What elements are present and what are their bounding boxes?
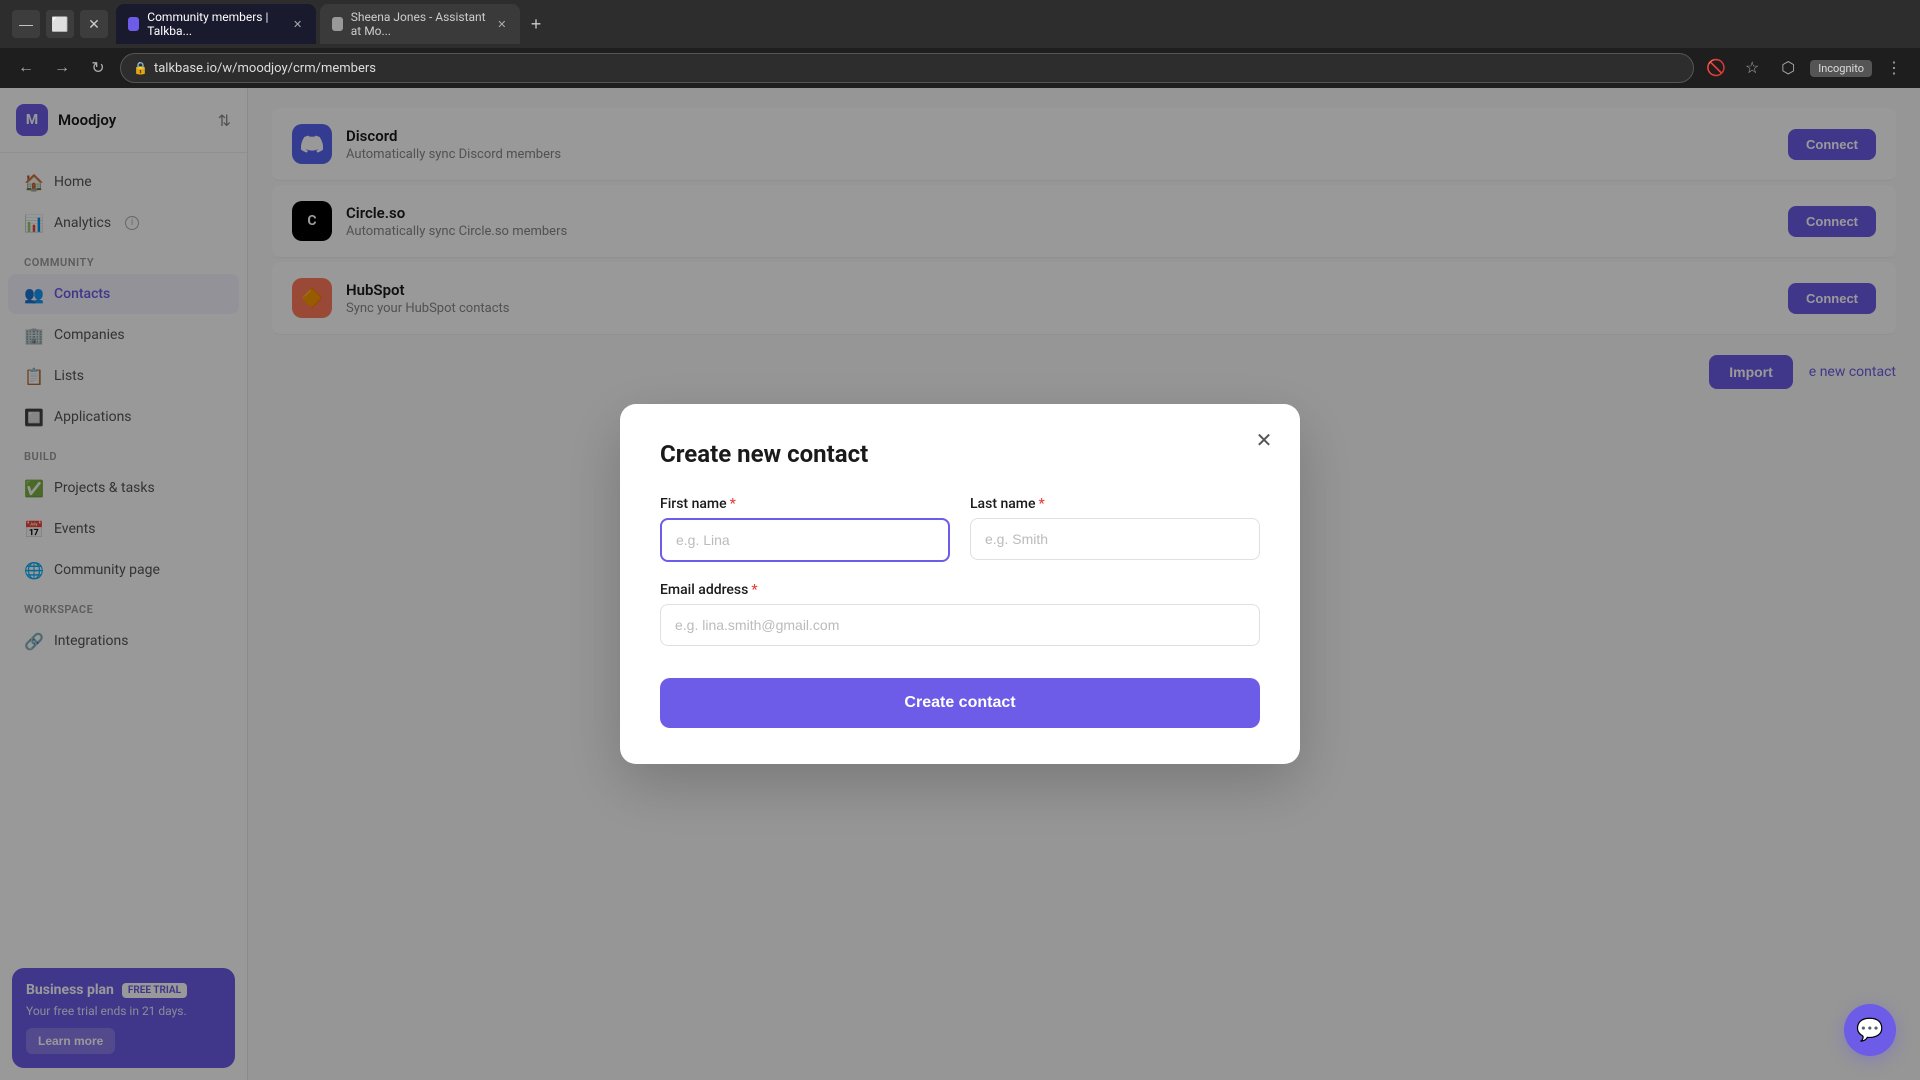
tab-favicon-1: [128, 17, 139, 31]
chat-fab-button[interactable]: 💬: [1844, 1004, 1896, 1056]
tab-title-2: Sheena Jones - Assistant at Mo...: [351, 10, 488, 38]
address-bar-row: ← → ↻ 🔒 talkbase.io/w/moodjoy/crm/member…: [0, 48, 1920, 88]
name-form-row: First name * Last name *: [660, 496, 1260, 562]
modal-close-button[interactable]: ✕: [1248, 424, 1280, 456]
tab-community-members[interactable]: Community members | Talkba... ✕: [116, 4, 316, 44]
menu-icon[interactable]: ⋮: [1880, 54, 1908, 82]
browser-controls: — ⬜ ✕: [12, 10, 108, 38]
first-name-input[interactable]: [660, 518, 950, 562]
email-group: Email address *: [660, 582, 1260, 646]
first-name-group: First name *: [660, 496, 950, 562]
last-name-input[interactable]: [970, 518, 1260, 560]
first-name-label: First name *: [660, 496, 950, 512]
email-input[interactable]: [660, 604, 1260, 646]
address-bar[interactable]: 🔒 talkbase.io/w/moodjoy/crm/members: [120, 53, 1694, 83]
bookmark-icon[interactable]: ☆: [1738, 54, 1766, 82]
eye-slash-icon[interactable]: 🚫: [1702, 54, 1730, 82]
tab-close-2[interactable]: ✕: [496, 16, 508, 32]
reload-button[interactable]: ↻: [84, 54, 112, 82]
forward-button[interactable]: →: [48, 54, 76, 82]
modal-title: Create new contact: [660, 440, 1260, 468]
new-tab-button[interactable]: +: [524, 12, 548, 36]
email-label: Email address *: [660, 582, 1260, 598]
back-button[interactable]: ←: [12, 54, 40, 82]
url-text: talkbase.io/w/moodjoy/crm/members: [154, 61, 376, 76]
last-name-group: Last name *: [970, 496, 1260, 562]
tab-title-1: Community members | Talkba...: [147, 10, 283, 38]
maximize-button[interactable]: ⬜: [46, 10, 74, 38]
minimize-button[interactable]: —: [12, 10, 40, 38]
browser-chrome: — ⬜ ✕ Community members | Talkba... ✕ Sh…: [0, 0, 1920, 48]
last-name-required: *: [1039, 496, 1045, 512]
tab-sheena-jones[interactable]: Sheena Jones - Assistant at Mo... ✕: [320, 4, 520, 44]
browser-actions: 🚫 ☆ ⬡ Incognito ⋮: [1702, 54, 1908, 82]
email-required: *: [751, 582, 757, 598]
incognito-badge: Incognito: [1810, 60, 1872, 77]
split-view-icon[interactable]: ⬡: [1774, 54, 1802, 82]
tab-bar: Community members | Talkba... ✕ Sheena J…: [116, 4, 1908, 44]
create-contact-modal: ✕ Create new contact First name * Last n…: [620, 404, 1300, 764]
close-window-button[interactable]: ✕: [80, 10, 108, 38]
last-name-label: Last name *: [970, 496, 1260, 512]
tab-favicon-2: [332, 17, 343, 31]
modal-overlay[interactable]: ✕ Create new contact First name * Last n…: [0, 88, 1920, 1080]
lock-icon: 🔒: [133, 61, 148, 75]
tab-close-1[interactable]: ✕: [291, 16, 304, 32]
create-contact-button[interactable]: Create contact: [660, 678, 1260, 728]
first-name-required: *: [730, 496, 736, 512]
